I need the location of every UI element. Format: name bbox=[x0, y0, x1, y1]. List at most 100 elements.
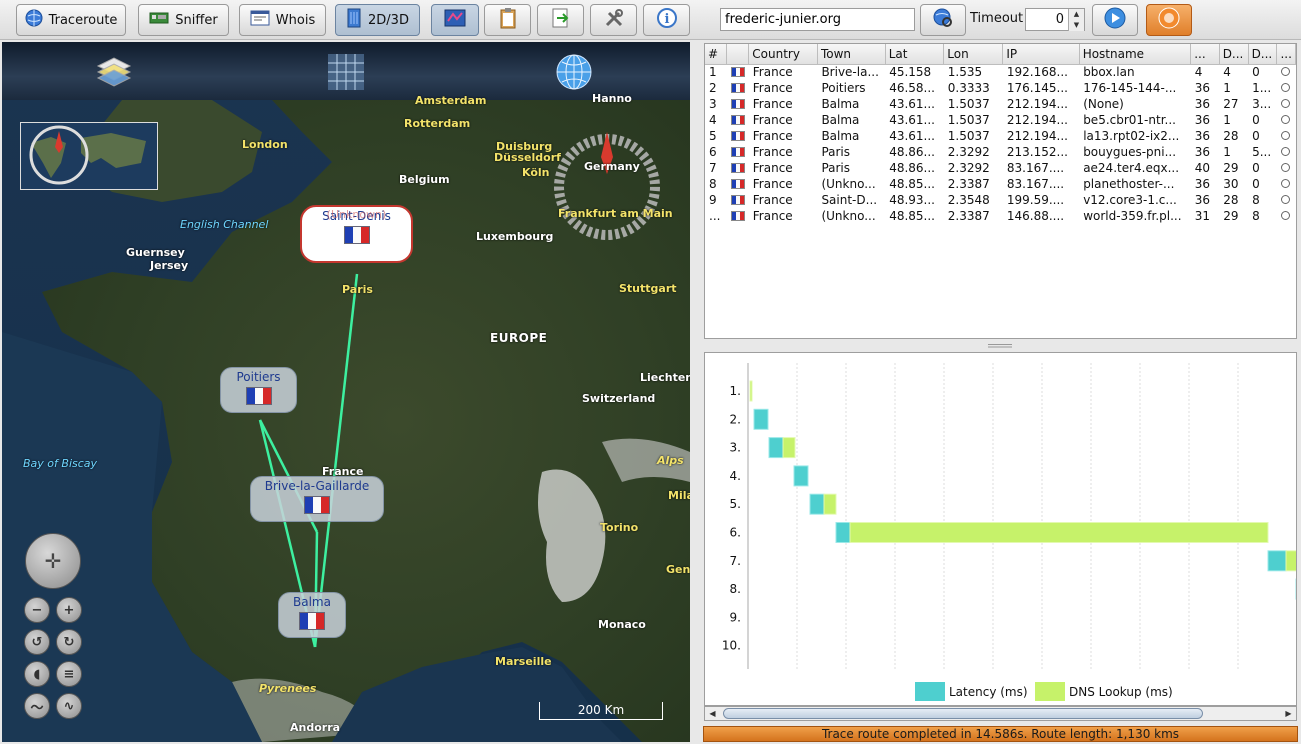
table-row[interactable]: 9 France Saint-D... 48.93... 2.3548 199.59...… bbox=[705, 192, 1296, 208]
table-row[interactable]: 8 France (Unkno... 48.85... 2.3387 83.167....… bbox=[705, 176, 1296, 192]
panel-splitter[interactable] bbox=[700, 343, 1301, 349]
table-cell: 48.86... bbox=[889, 145, 935, 159]
tilt-icon[interactable]: ◖ bbox=[24, 661, 50, 687]
clipboard-button[interactable] bbox=[484, 4, 531, 36]
timeout-label: Timeout bbox=[970, 11, 1024, 26]
map-view[interactable]: Amsterdam Hanno Rotterdam London Duisbur… bbox=[2, 42, 690, 742]
column-header[interactable]: Lat bbox=[885, 44, 945, 65]
zoom-out-icon[interactable]: − bbox=[24, 597, 50, 623]
status-circle-icon bbox=[1277, 80, 1296, 96]
hop-label: 2. bbox=[730, 412, 741, 426]
dns-bar bbox=[823, 493, 837, 515]
latency-bar bbox=[768, 437, 784, 459]
layers-icon[interactable] bbox=[94, 52, 134, 96]
pan-control[interactable]: ✛ bbox=[25, 533, 81, 589]
timeout-spinner[interactable]: 0 ▲ ▼ bbox=[1025, 8, 1085, 31]
table-cell: 1 bbox=[1223, 113, 1231, 127]
table-cell: 2.3387 bbox=[947, 177, 990, 191]
table-cell: 2.3292 bbox=[947, 161, 990, 175]
dns-bar bbox=[849, 522, 1269, 543]
stop-trace-button[interactable] bbox=[1146, 4, 1192, 36]
overview-minimap[interactable] bbox=[20, 122, 158, 190]
hop-marker-brive[interactable]: Brive-la-Gaillarde bbox=[250, 476, 384, 522]
table-row[interactable]: 1 France Brive-la... 45.158 1.535 192.168... b… bbox=[705, 64, 1296, 80]
dns-bar bbox=[782, 437, 796, 459]
column-header[interactable]: Hostname bbox=[1079, 44, 1192, 65]
france-flag-icon bbox=[727, 192, 749, 208]
hops-table-panel: # Country Town Lat Lon IP Hostname... D... D....… bbox=[704, 43, 1297, 339]
scroll-left-icon[interactable]: ◀ bbox=[705, 707, 720, 720]
traceroute-button[interactable]: Traceroute bbox=[16, 4, 126, 36]
reset-view-icon[interactable]: ≡ bbox=[56, 661, 82, 687]
host-input[interactable] bbox=[720, 8, 915, 31]
column-header[interactable]: Town bbox=[817, 44, 886, 65]
table-row[interactable]: ... France (Unkno... 48.85... 2.3387 146.88..… bbox=[705, 208, 1296, 224]
scroll-thumb[interactable] bbox=[723, 708, 1203, 719]
view-2d-3d-toggle[interactable]: 2D/3D bbox=[335, 4, 420, 36]
compass-icon[interactable] bbox=[552, 132, 662, 242]
grid-view-icon[interactable] bbox=[326, 52, 366, 96]
table-row[interactable]: 5 France Balma 43.61... 1.5037 212.194... la13… bbox=[705, 128, 1296, 144]
table-row[interactable]: 3 France Balma 43.61... 1.5037 212.194... (Non… bbox=[705, 96, 1296, 112]
table-cell: 2.3387 bbox=[947, 209, 990, 223]
hop-label: 3. bbox=[730, 441, 741, 455]
column-header[interactable]: D... bbox=[1219, 44, 1249, 65]
table-cell: 46.58... bbox=[889, 81, 935, 95]
column-header[interactable]: ... bbox=[1276, 44, 1296, 65]
hop-marker-name: Poitiers bbox=[236, 370, 281, 384]
terrain-icon[interactable]: 〜 bbox=[24, 693, 50, 719]
map-view-button[interactable] bbox=[431, 4, 479, 36]
column-header[interactable]: D... bbox=[1248, 44, 1278, 65]
column-header[interactable]: Lon bbox=[943, 44, 1004, 65]
hops-table[interactable]: # Country Town Lat Lon IP Hostname... D... D....… bbox=[705, 44, 1296, 224]
zoom-in-icon[interactable]: + bbox=[56, 597, 82, 623]
table-cell: Poitiers bbox=[821, 81, 866, 95]
table-row[interactable]: 4 France Balma 43.61... 1.5037 212.194... be5.… bbox=[705, 112, 1296, 128]
hop-marker-balma[interactable]: Balma bbox=[278, 592, 346, 638]
about-button[interactable]: i bbox=[643, 4, 690, 36]
globe-view-icon[interactable] bbox=[554, 52, 594, 96]
sniffer-button[interactable]: Sniffer bbox=[138, 4, 229, 36]
column-header[interactable]: # bbox=[705, 44, 728, 65]
rotate-right-icon[interactable]: ↻ bbox=[56, 629, 82, 655]
elevation-icon[interactable]: ∿ bbox=[56, 693, 82, 719]
table-cell: 4 bbox=[1194, 65, 1203, 80]
hop-label: 7. bbox=[730, 554, 741, 568]
map-label-marseille: Marseille bbox=[495, 655, 552, 668]
hop-marker-poitiers[interactable]: Poitiers bbox=[220, 367, 297, 413]
table-cell: 199.59.... bbox=[1006, 193, 1065, 207]
scroll-right-icon[interactable]: ▶ bbox=[1281, 707, 1296, 720]
export-button[interactable] bbox=[537, 4, 584, 36]
whois-button[interactable]: Whois bbox=[239, 4, 326, 36]
map-label-genoa: Geno bbox=[666, 563, 690, 576]
france-flag-icon bbox=[727, 176, 749, 192]
france-flag-icon bbox=[343, 226, 370, 244]
rotate-left-icon[interactable]: ↺ bbox=[24, 629, 50, 655]
status-circle-icon bbox=[1277, 112, 1296, 128]
column-header[interactable] bbox=[726, 44, 750, 65]
column-header[interactable]: Country bbox=[748, 44, 818, 65]
hop-marker-saint-denis[interactable]: (Unknown) Saint-Denis bbox=[300, 205, 413, 263]
hop-label: 5. bbox=[730, 497, 741, 511]
table-row[interactable]: 2 France Poitiers 46.58... 0.3333 176.145... 1… bbox=[705, 80, 1296, 96]
latency-bar bbox=[793, 465, 809, 487]
table-row[interactable]: 7 France Paris 48.86... 2.3292 83.167.... ae24… bbox=[705, 160, 1296, 176]
timing-chart: 1. 2. 3. 4. 5. 6. 7. 8. 9. 10. Latency (ms) DNS Loo… bbox=[722, 363, 1296, 701]
start-trace-button[interactable] bbox=[1092, 4, 1138, 36]
spin-down-icon[interactable]: ▼ bbox=[1068, 20, 1084, 31]
spin-up-icon[interactable]: ▲ bbox=[1068, 9, 1084, 20]
horizontal-scrollbar[interactable]: ◀ ▶ bbox=[704, 706, 1297, 721]
column-header[interactable]: IP bbox=[1002, 44, 1080, 65]
map-label-europe: EUROPE bbox=[490, 331, 548, 345]
map-label-milan: Mila bbox=[668, 489, 690, 502]
status-circle-icon bbox=[1277, 160, 1296, 176]
pan-arrows-icon: ✛ bbox=[44, 549, 62, 573]
hop-label: 4. bbox=[730, 469, 741, 483]
map-label-liechtenstein: Liechtens bbox=[640, 371, 690, 384]
column-header[interactable]: ... bbox=[1190, 44, 1220, 65]
host-lookup-button[interactable] bbox=[920, 4, 966, 36]
table-cell: 5 bbox=[709, 129, 717, 143]
settings-button[interactable] bbox=[590, 4, 637, 36]
table-row[interactable]: 6 France Paris 48.86... 2.3292 213.152... bouy… bbox=[705, 144, 1296, 160]
legend-label: DNS Lookup (ms) bbox=[1069, 685, 1173, 699]
